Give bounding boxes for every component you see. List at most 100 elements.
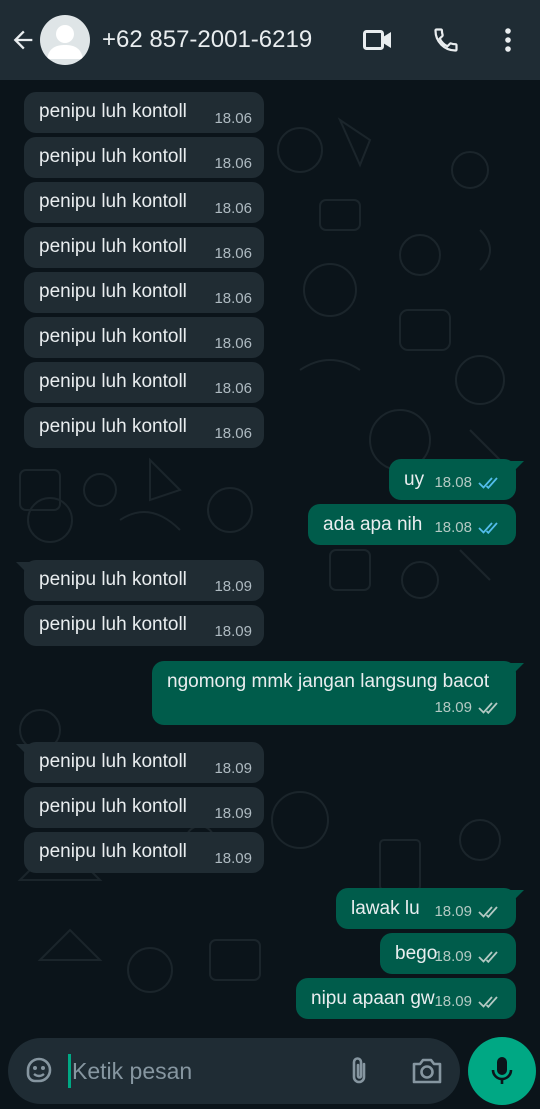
incoming-message[interactable]: penipu luh kontoll 18.06	[24, 92, 264, 133]
double-check-blue-icon	[478, 476, 498, 489]
incoming-message[interactable]: penipu luh kontoll 18.06	[24, 362, 264, 403]
double-check-blue-icon	[478, 521, 498, 534]
outgoing-message[interactable]: nipu apaan gw 18.09	[296, 978, 516, 1019]
phone-icon[interactable]	[430, 20, 462, 60]
double-check-gray-icon	[478, 905, 498, 918]
double-check-gray-icon	[478, 950, 498, 963]
bubble-tail	[16, 742, 30, 764]
sticker-icon[interactable]	[24, 1055, 54, 1090]
double-check-gray-icon	[478, 701, 498, 714]
message-text: penipu luh kontoll	[39, 146, 187, 167]
message-time: 18.09	[214, 850, 252, 867]
contact-name[interactable]: +62 857-2001-6219	[102, 26, 362, 54]
bubble-tail	[510, 459, 524, 481]
bubble-tail	[510, 661, 524, 683]
message-time: 18.09	[214, 760, 252, 777]
message-text: penipu luh kontoll	[39, 614, 187, 635]
message-meta: 18.09	[434, 948, 504, 965]
delivered-receipt-icon	[478, 950, 504, 964]
message-text: ada apa nih	[323, 514, 423, 535]
message-time: 18.09	[214, 623, 252, 640]
message-meta: 18.09	[214, 850, 252, 867]
message-text: penipu luh kontoll	[39, 371, 187, 392]
message-text: penipu luh kontoll	[39, 569, 187, 590]
message-meta: 18.06	[214, 155, 252, 172]
outgoing-message[interactable]: uy 18.08	[389, 459, 524, 500]
outgoing-message[interactable]: bego 18.09	[380, 933, 516, 974]
message-input[interactable]: Ketik pesan	[72, 1058, 192, 1085]
message-meta: 18.09	[434, 903, 504, 920]
text-caret	[68, 1054, 71, 1088]
message-meta: 18.08	[434, 519, 504, 536]
message-meta: 18.06	[214, 290, 252, 307]
message-text: penipu luh kontoll	[39, 841, 187, 862]
incoming-message[interactable]: penipu luh kontoll 18.09	[24, 832, 264, 873]
message-meta: 18.09	[434, 699, 504, 716]
message-text: penipu luh kontoll	[39, 191, 187, 212]
message-time: 18.09	[434, 993, 472, 1010]
message-time: 18.06	[214, 380, 252, 397]
message-time: 18.06	[214, 335, 252, 352]
more-vert-icon[interactable]	[492, 20, 524, 60]
incoming-message[interactable]: penipu luh kontoll 18.09	[16, 742, 264, 783]
outgoing-message[interactable]: ada apa nih 18.08	[308, 504, 516, 545]
message-meta: 18.09	[214, 578, 252, 595]
mic-button[interactable]	[468, 1037, 536, 1105]
message-time: 18.06	[214, 425, 252, 442]
message-text: penipu luh kontoll	[39, 326, 187, 347]
incoming-message[interactable]: penipu luh kontoll 18.09	[24, 605, 264, 646]
incoming-message[interactable]: penipu luh kontoll 18.06	[24, 272, 264, 313]
incoming-message[interactable]: penipu luh kontoll 18.06	[24, 407, 264, 448]
attach-icon[interactable]	[348, 1055, 370, 1092]
message-time: 18.06	[214, 155, 252, 172]
message-time: 18.09	[214, 578, 252, 595]
camera-icon[interactable]	[411, 1057, 443, 1090]
message-meta: 18.09	[214, 760, 252, 777]
message-meta: 18.06	[214, 380, 252, 397]
double-check-gray-icon	[478, 995, 498, 1008]
message-text: penipu luh kontoll	[39, 416, 187, 437]
message-time: 18.06	[214, 110, 252, 127]
avatar-icon[interactable]	[40, 15, 90, 65]
message-meta: 18.06	[214, 110, 252, 127]
message-text: lawak lu	[351, 898, 420, 919]
chat-header: +62 857-2001-6219	[0, 0, 540, 80]
message-time: 18.09	[434, 699, 472, 716]
message-meta: 18.09	[214, 805, 252, 822]
incoming-message[interactable]: penipu luh kontoll 18.09	[16, 560, 264, 601]
message-meta: 18.09	[214, 623, 252, 640]
message-text: uy	[404, 469, 425, 490]
bubble-tail	[510, 888, 524, 910]
incoming-message[interactable]: penipu luh kontoll 18.09	[24, 787, 264, 828]
video-call-icon[interactable]	[362, 20, 394, 60]
message-time: 18.09	[214, 805, 252, 822]
message-text: ngomong mmk jangan langsung bacot	[167, 671, 490, 692]
message-time: 18.06	[214, 245, 252, 262]
back-arrow-icon[interactable]	[8, 20, 38, 60]
message-text: nipu apaan gw	[311, 988, 435, 1009]
message-text: penipu luh kontoll	[39, 751, 187, 772]
delivered-receipt-icon	[478, 905, 504, 919]
read-receipt-icon	[478, 476, 504, 490]
message-time: 18.09	[434, 948, 472, 965]
message-composer: Ketik pesan	[8, 1038, 460, 1104]
message-meta: 18.09	[434, 993, 504, 1010]
incoming-message[interactable]: penipu luh kontoll 18.06	[24, 317, 264, 358]
delivered-receipt-icon	[478, 701, 504, 715]
message-meta: 18.06	[214, 245, 252, 262]
message-meta: 18.08	[434, 474, 504, 491]
message-text: bego	[395, 943, 438, 964]
outgoing-message[interactable]: ngomong mmk jangan langsung bacot 18.09	[152, 661, 524, 725]
message-text: penipu luh kontoll	[39, 101, 187, 122]
message-text: penipu luh kontoll	[39, 281, 187, 302]
outgoing-message[interactable]: lawak lu 18.09	[336, 888, 524, 929]
message-time: 18.08	[434, 474, 472, 491]
incoming-message[interactable]: penipu luh kontoll 18.06	[24, 137, 264, 178]
incoming-message[interactable]: penipu luh kontoll 18.06	[24, 227, 264, 268]
message-meta: 18.06	[214, 335, 252, 352]
mic-icon	[491, 1057, 513, 1084]
message-list[interactable]: penipu luh kontoll 18.06 penipu luh kontol…	[0, 80, 540, 1035]
message-text: penipu luh kontoll	[39, 236, 187, 257]
incoming-message[interactable]: penipu luh kontoll 18.06	[24, 182, 264, 223]
message-time: 18.06	[214, 290, 252, 307]
